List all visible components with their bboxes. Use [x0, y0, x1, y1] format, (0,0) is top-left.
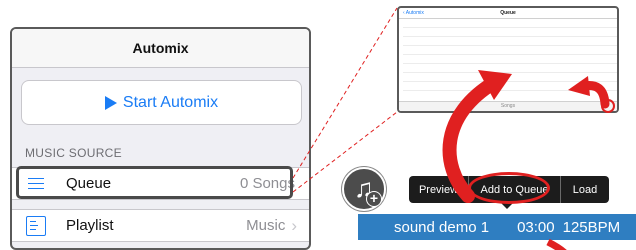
start-automix-button[interactable]: Start Automix: [21, 80, 302, 125]
queue-icon: [26, 174, 46, 194]
section-label: MUSIC SOURCE: [25, 146, 122, 160]
preview-row: [403, 55, 617, 64]
preview-back-link[interactable]: ‹ Automix: [403, 10, 424, 16]
preview-row: [403, 28, 617, 37]
preview-footer: Songs: [399, 101, 617, 111]
plus-icon: +: [366, 191, 382, 207]
preview-row: [403, 46, 617, 55]
preview-row: [403, 73, 617, 82]
preview-row: [403, 19, 617, 28]
preview-title: Queue: [500, 10, 516, 16]
panel-title: Automix: [12, 29, 309, 68]
menu-item-add-to-queue[interactable]: Add to Queue: [469, 176, 560, 203]
preview-corner-highlight: [601, 99, 615, 113]
list-item-playlist[interactable]: Playlist Music ›: [12, 209, 309, 242]
chevron-right-icon: ›: [291, 215, 297, 235]
list-item-queue[interactable]: Queue 0 Songs: [12, 167, 309, 200]
play-icon: [104, 95, 117, 110]
track-bpm: 125BPM: [562, 218, 621, 236]
playlist-icon: [26, 215, 46, 236]
menu-item-preview[interactable]: Preview: [409, 176, 468, 203]
context-menu: Preview Add to Queue Load: [409, 176, 609, 203]
start-automix-label: Start Automix: [122, 93, 219, 111]
track-name: sound demo 1: [394, 218, 490, 236]
track-row[interactable]: sound demo 1 03:00 125BPM: [358, 214, 636, 240]
queue-label: Queue: [66, 175, 112, 192]
playlist-source: Music: [246, 217, 286, 234]
queue-count: 0 Songs: [239, 175, 295, 192]
preview-row: [403, 82, 617, 91]
add-music-button[interactable]: ♫ +: [342, 167, 386, 211]
playlist-label: Playlist: [66, 217, 114, 234]
menu-pointer: [501, 203, 513, 209]
menu-item-load[interactable]: Load: [561, 176, 609, 203]
preview-row: [403, 64, 617, 73]
queue-preview: ‹ Automix Queue Songs: [397, 6, 619, 113]
track-time: 03:00: [517, 218, 555, 236]
automix-panel: Automix Start Automix MUSIC SOURCE Queue…: [10, 27, 311, 250]
preview-nav-bar: ‹ Automix Queue: [399, 8, 617, 19]
arrow-down-track: [546, 238, 567, 250]
preview-row: [403, 37, 617, 46]
